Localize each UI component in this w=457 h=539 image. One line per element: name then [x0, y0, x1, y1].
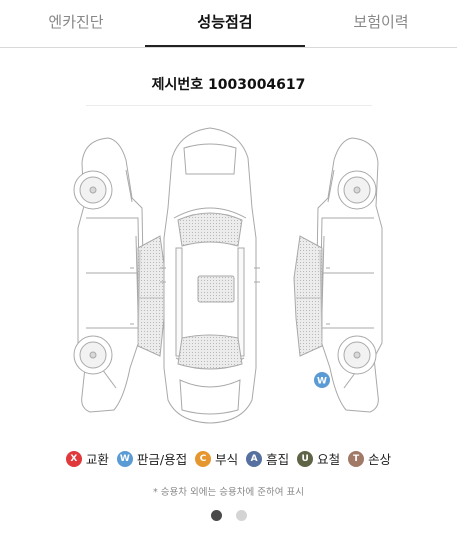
- active-tab-indicator: [145, 45, 305, 47]
- corrosion-badge-icon: C: [195, 450, 212, 467]
- footnote: * 승용차 외에는 승용차에 준하여 표시: [153, 487, 304, 498]
- tab-encar-diagnosis[interactable]: 엔카진단: [0, 0, 152, 46]
- legend-item-damage: T 손상: [348, 449, 391, 468]
- dent-badge-icon: U: [297, 450, 314, 467]
- legend-label: 손상: [368, 452, 392, 467]
- legend: X 교환 W 판금/용접 C 부식 A 흠집 U 요철 T 손상: [0, 449, 457, 468]
- damage-badge-icon: T: [348, 450, 365, 467]
- svg-text:W: W: [317, 377, 327, 387]
- legend-item-scratch: A 흠집: [246, 449, 289, 468]
- divider: [86, 105, 372, 106]
- legend-item-replace: X 교환: [65, 449, 109, 468]
- tab-insurance-history[interactable]: 보험이력: [305, 0, 457, 46]
- legend-label: 부식: [215, 452, 239, 467]
- legend-item-dent: U 요철: [297, 449, 340, 468]
- sheet-metal-badge-icon: W: [116, 450, 133, 467]
- page-dot-1[interactable]: [210, 510, 222, 521]
- car-condition-diagram: W: [73, 127, 383, 424]
- tab-bar: 엔카진단 성능점검 보험이력: [0, 0, 457, 48]
- damage-mark-sheet-metal[interactable]: W: [314, 372, 330, 388]
- serial-number: 제시번호 1003004617: [151, 77, 306, 93]
- legend-label: 판금/용접: [136, 452, 188, 467]
- tab-performance-check[interactable]: 성능점검: [145, 0, 305, 46]
- legend-label: 교환: [85, 452, 109, 467]
- replace-badge-icon: X: [65, 450, 82, 467]
- page-dot-2[interactable]: [235, 510, 247, 521]
- pagination-dots: [0, 510, 457, 521]
- legend-label: 흠집: [266, 452, 290, 467]
- legend-item-sheet-metal-weld: W 판금/용접: [116, 449, 188, 468]
- scratch-badge-icon: A: [246, 450, 263, 467]
- legend-label: 요철: [317, 452, 341, 467]
- legend-item-corrosion: C 부식: [195, 449, 238, 468]
